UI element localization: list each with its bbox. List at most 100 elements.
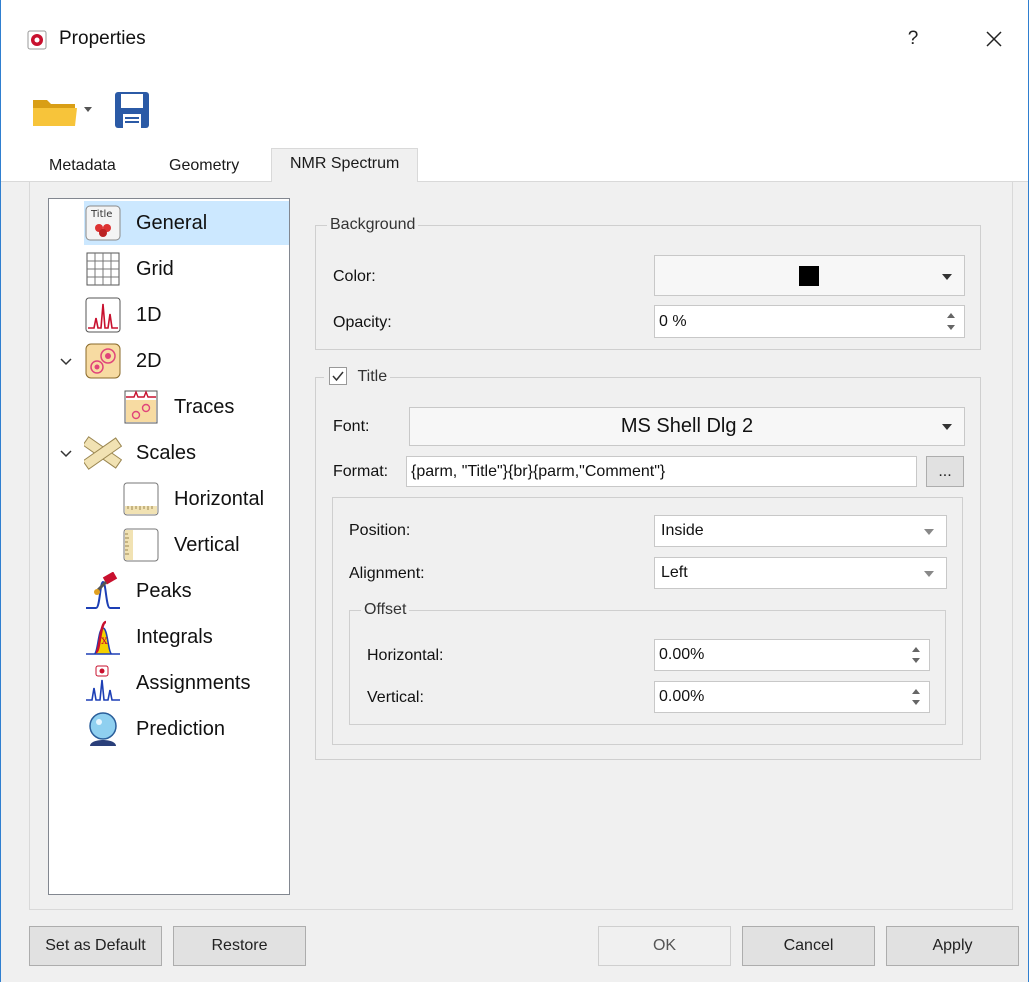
title-checkbox[interactable] bbox=[329, 367, 347, 385]
chevron-down-icon[interactable] bbox=[57, 353, 75, 371]
position-combo[interactable]: Inside bbox=[654, 515, 947, 547]
tree-item-scales[interactable]: Scales bbox=[84, 431, 289, 475]
close-icon[interactable] bbox=[977, 22, 1011, 56]
tree-item-label: Vertical bbox=[174, 534, 240, 556]
tree-item-label: General bbox=[136, 212, 208, 234]
tree-item-label: Assignments bbox=[136, 672, 251, 694]
spin-down-icon[interactable] bbox=[912, 700, 920, 705]
tab-geometry[interactable]: Geometry bbox=[169, 154, 239, 182]
chevron-down-icon bbox=[942, 424, 952, 430]
floppy-disk-icon[interactable] bbox=[113, 90, 151, 130]
tree-item-traces[interactable]: Traces bbox=[122, 385, 289, 429]
format-browse-button[interactable]: ... bbox=[926, 456, 964, 487]
tree-item-prediction[interactable]: Prediction bbox=[84, 707, 289, 751]
tree-item-general[interactable]: Title General bbox=[84, 201, 289, 245]
spectrum-1d-icon bbox=[85, 297, 121, 333]
position-value: Inside bbox=[661, 522, 704, 539]
horizontal-offset-spinbox[interactable] bbox=[654, 639, 930, 671]
window-title: Properties bbox=[59, 28, 146, 49]
properties-dialog: Properties ? Metadata Geometry NMR Spect… bbox=[0, 0, 1029, 982]
svg-text:x: x bbox=[101, 633, 108, 647]
vertical-offset-spinbox[interactable] bbox=[654, 681, 930, 713]
app-logo-icon bbox=[27, 30, 47, 50]
offset-group-title: Offset bbox=[361, 601, 410, 619]
title-bar: Properties ? bbox=[1, 0, 1028, 80]
vertical-offset-label: Vertical: bbox=[367, 689, 424, 706]
checkmark-icon bbox=[332, 371, 344, 382]
spectrum-2d-icon bbox=[85, 343, 121, 379]
format-label: Format: bbox=[333, 463, 389, 480]
horizontal-offset-input[interactable] bbox=[659, 640, 879, 670]
spin-up-icon[interactable] bbox=[912, 689, 920, 694]
spin-up-icon[interactable] bbox=[912, 647, 920, 652]
horizontal-scale-icon bbox=[123, 482, 159, 516]
tree-item-label: Integrals bbox=[136, 626, 213, 648]
tree-item-label: Scales bbox=[136, 442, 197, 464]
color-swatch bbox=[799, 266, 819, 286]
tree-item-2d[interactable]: 2D bbox=[84, 339, 289, 383]
chevron-down-icon[interactable] bbox=[81, 102, 95, 116]
svg-text:Title: Title bbox=[90, 209, 112, 220]
vertical-scale-icon bbox=[123, 528, 159, 562]
color-picker[interactable] bbox=[654, 255, 965, 296]
font-combo[interactable]: MS Shell Dlg 2 bbox=[409, 407, 965, 446]
horizontal-offset-label: Horizontal: bbox=[367, 647, 444, 664]
tree-item-label: 2D bbox=[136, 350, 162, 372]
tree-item-vertical[interactable]: Vertical bbox=[122, 523, 289, 567]
vertical-offset-input[interactable] bbox=[659, 682, 879, 712]
tree-item-1d[interactable]: 1D bbox=[84, 293, 289, 337]
spin-up-icon[interactable] bbox=[947, 313, 955, 318]
opacity-label: Opacity: bbox=[333, 314, 392, 331]
folder-open-icon[interactable] bbox=[31, 94, 79, 128]
spin-down-icon[interactable] bbox=[912, 658, 920, 663]
tree-item-horizontal[interactable]: Horizontal bbox=[122, 477, 289, 521]
position-label: Position: bbox=[349, 522, 411, 539]
set-as-default-button[interactable]: Set as Default bbox=[29, 926, 162, 966]
tree-item-integrals[interactable]: x Integrals bbox=[84, 615, 289, 659]
tree-item-label: Grid bbox=[136, 258, 174, 280]
tree-item-peaks[interactable]: Peaks bbox=[84, 569, 289, 613]
tab-nmr-spectrum[interactable]: NMR Spectrum bbox=[271, 148, 419, 183]
alignment-label: Alignment: bbox=[349, 565, 425, 582]
tree-item-grid[interactable]: Grid bbox=[84, 247, 289, 291]
tree-item-label: Horizontal bbox=[174, 488, 265, 510]
opacity-spinbox[interactable] bbox=[654, 305, 965, 338]
toolbar bbox=[1, 80, 1028, 144]
background-group-title: Background bbox=[327, 216, 419, 234]
help-button[interactable]: ? bbox=[901, 24, 925, 54]
grid-icon bbox=[86, 252, 120, 286]
tree-item-label: Traces bbox=[174, 396, 235, 418]
tree-item-label: Peaks bbox=[136, 580, 192, 602]
chevron-down-icon[interactable] bbox=[57, 445, 75, 463]
tab-metadata[interactable]: Metadata bbox=[49, 154, 116, 182]
ok-button[interactable]: OK bbox=[598, 926, 731, 966]
tree-item-assignments[interactable]: Assignments bbox=[84, 661, 289, 705]
format-field[interactable] bbox=[406, 456, 917, 487]
prediction-icon bbox=[89, 712, 117, 746]
title-general-icon: Title bbox=[85, 205, 121, 241]
opacity-input[interactable] bbox=[659, 306, 907, 337]
integrals-icon: x bbox=[86, 620, 120, 655]
alignment-combo[interactable]: Left bbox=[654, 557, 947, 589]
peaks-icon bbox=[86, 572, 120, 609]
font-value: MS Shell Dlg 2 bbox=[620, 415, 754, 437]
cancel-button[interactable]: Cancel bbox=[742, 926, 875, 966]
spin-down-icon[interactable] bbox=[947, 325, 955, 330]
color-label: Color: bbox=[333, 268, 376, 285]
category-tree: Title General Grid 1D 2D Traces Scales H… bbox=[48, 198, 290, 895]
format-input[interactable] bbox=[411, 457, 910, 486]
title-group-title: Title bbox=[357, 368, 388, 386]
alignment-value: Left bbox=[661, 564, 688, 581]
title-group-header: Title bbox=[324, 367, 391, 387]
traces-icon bbox=[124, 390, 158, 424]
chevron-down-icon bbox=[924, 571, 934, 577]
tab-bar: Metadata Geometry NMR Spectrum bbox=[1, 144, 1028, 183]
tree-item-label: Prediction bbox=[136, 718, 225, 740]
font-label: Font: bbox=[333, 418, 370, 435]
ruler-scales-icon bbox=[84, 436, 122, 470]
apply-button[interactable]: Apply bbox=[886, 926, 1019, 966]
restore-button[interactable]: Restore bbox=[173, 926, 306, 966]
tree-item-label: 1D bbox=[136, 304, 162, 326]
chevron-down-icon bbox=[942, 274, 952, 280]
chevron-down-icon bbox=[924, 529, 934, 535]
